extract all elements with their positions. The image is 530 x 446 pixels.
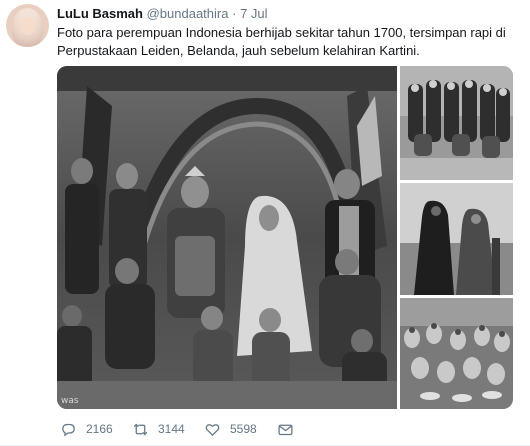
media-photo-group-portrait[interactable]: was bbox=[57, 66, 397, 409]
tweet-text-line-1: Foto para perempuan Indonesia berhijab s… bbox=[57, 25, 506, 40]
like-button[interactable]: 5598 bbox=[204, 419, 257, 439]
tweet-actions: 2166 3144 5598 bbox=[57, 419, 517, 439]
media-photo-women-row[interactable] bbox=[400, 66, 513, 180]
tweet-text-line-2: Perpustakaan Leiden, Belanda, jauh sebel… bbox=[57, 43, 420, 58]
envelope-icon bbox=[278, 424, 293, 435]
retweet-icon bbox=[133, 423, 148, 435]
tweet-text: Foto para perempuan Indonesia berhijab s… bbox=[57, 24, 517, 60]
avatar-face bbox=[20, 17, 35, 35]
tweet-timestamp[interactable]: 7 Jul bbox=[240, 6, 267, 21]
header-separator: · bbox=[232, 6, 237, 21]
reply-button[interactable]: 2166 bbox=[60, 419, 113, 439]
retweet-count: 3144 bbox=[158, 422, 185, 436]
like-count: 5598 bbox=[230, 422, 257, 436]
tweet-card[interactable]: LuLu Basmah @bundaathira · 7 Jul Foto pa… bbox=[0, 0, 530, 446]
direct-message-button[interactable] bbox=[277, 419, 303, 439]
media-watermark: was bbox=[61, 396, 79, 406]
tweet-media-grid: was bbox=[57, 66, 513, 409]
reply-count: 2166 bbox=[86, 422, 113, 436]
author-handle[interactable]: @bundaathira bbox=[147, 6, 229, 21]
retweet-button[interactable]: 3144 bbox=[132, 419, 185, 439]
heart-icon bbox=[205, 423, 220, 436]
media-photo-two-women[interactable] bbox=[400, 183, 513, 295]
avatar[interactable] bbox=[6, 4, 49, 47]
tweet-header: LuLu Basmah @bundaathira · 7 Jul bbox=[57, 6, 268, 21]
author-name[interactable]: LuLu Basmah bbox=[57, 6, 143, 21]
reply-icon bbox=[62, 423, 75, 436]
media-photo-crowd[interactable] bbox=[400, 298, 513, 409]
